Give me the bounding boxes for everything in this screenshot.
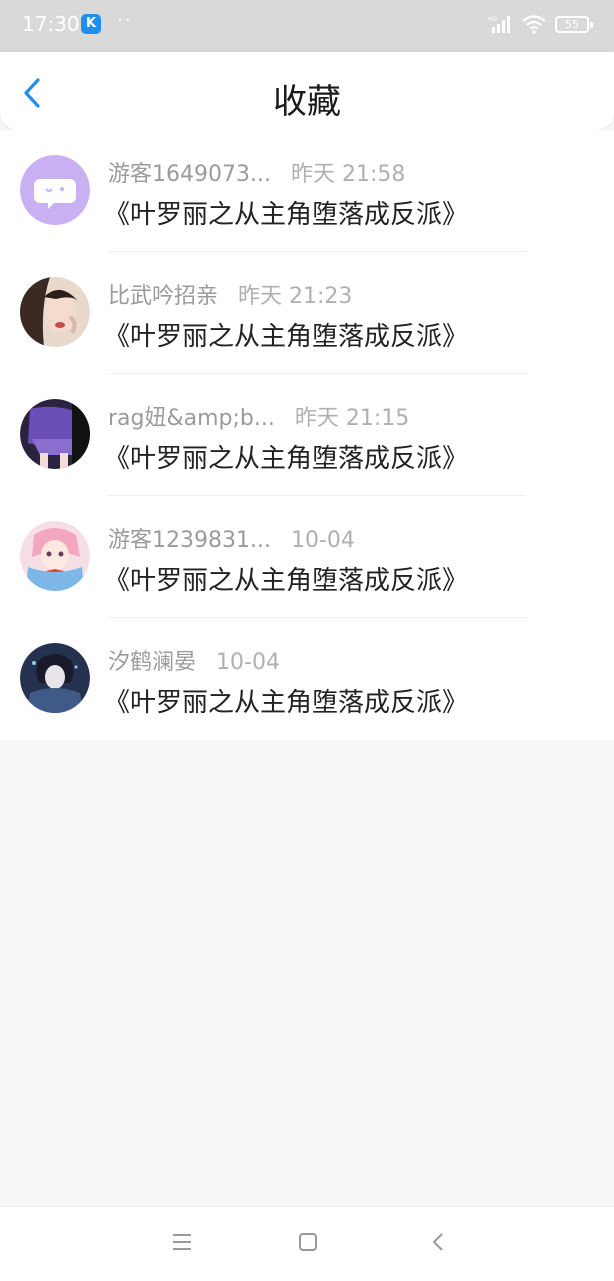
list-item[interactable]: 比武吟招亲 昨天 21:23 《叶罗丽之从主角堕落成反派》 [0,252,614,374]
list-item[interactable]: 游客1649073... 昨天 21:58 《叶罗丽之从主角堕落成反派》 [0,130,614,252]
home-button[interactable] [297,1231,319,1257]
user-name: 比武吟招亲 [108,284,219,309]
status-time: 17:30 [22,12,80,36]
menu-button[interactable] [171,1231,193,1257]
avatar [20,643,90,713]
user-name: 汐鹤澜晏 [108,650,197,675]
avatar [20,521,90,591]
timestamp: 昨天 21:23 [238,284,353,309]
status-bar: 17:30 K ·· HD 55 [0,0,614,52]
chevron-left-icon [432,1233,443,1251]
timestamp: 10-04 [290,528,355,553]
battery-icon: 55 [555,16,593,33]
more-notifications-icon: ·· [117,10,133,31]
user-name: rag妞&amp;b... [108,406,275,431]
timestamp: 昨天 21:58 [290,162,406,187]
favorites-list: 游客1649073... 昨天 21:58 《叶罗丽之从主角堕落成反派》 比武吟招… [0,130,614,740]
back-nav-button[interactable] [428,1231,450,1257]
timestamp: 10-04 [216,650,280,675]
app-notification-icon: K [81,14,101,34]
home-icon [299,1233,317,1251]
avatar [20,399,90,469]
signal-icon: HD [488,14,514,38]
user-name: 游客1649073... [108,162,271,187]
page-title: 收藏 [273,82,341,122]
timestamp: 昨天 21:15 [294,406,410,431]
story-title: 《叶罗丽之从主角堕落成反派》 [104,566,469,596]
story-title: 《叶罗丽之从主角堕落成反派》 [104,322,469,352]
list-item[interactable]: 游客1239831... 10-04 《叶罗丽之从主角堕落成反派》 [0,496,614,618]
avatar [20,155,90,225]
avatar [20,277,90,347]
svg-text:HD: HD [488,16,498,23]
menu-icon [173,1234,191,1250]
user-name: 游客1239831... [108,528,271,553]
story-title: 《叶罗丽之从主角堕落成反派》 [104,688,469,718]
story-title: 《叶罗丽之从主角堕落成反派》 [104,444,469,474]
system-nav-bar [0,1206,614,1281]
list-item[interactable]: rag妞&amp;b... 昨天 21:15 《叶罗丽之从主角堕落成反派》 [0,374,614,496]
wifi-icon [521,14,547,38]
story-title: 《叶罗丽之从主角堕落成反派》 [104,200,469,230]
list-item[interactable]: 汐鹤澜晏 10-04 《叶罗丽之从主角堕落成反派》 [0,618,614,740]
header: 收藏 [0,52,614,130]
